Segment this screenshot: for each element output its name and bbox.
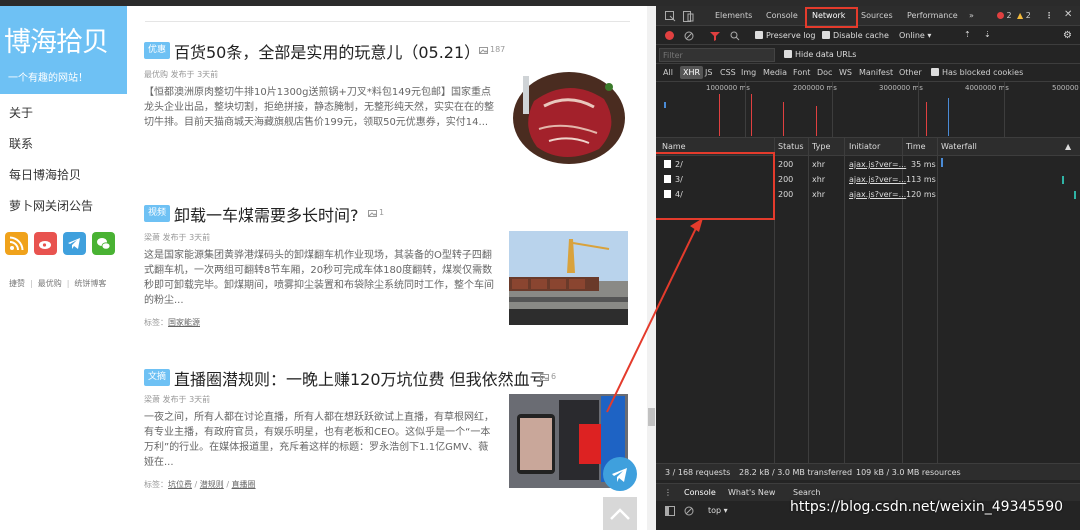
annotation-arrow: [606, 218, 703, 413]
screenshot-root: 博海拾贝 一个有趣的网站！ 关于 联系 每日博海拾贝 萝卜网关闭公告 捷赞 | …: [0, 0, 1080, 530]
csdn-watermark: https://blog.csdn.net/weixin_49345590: [790, 499, 1064, 515]
